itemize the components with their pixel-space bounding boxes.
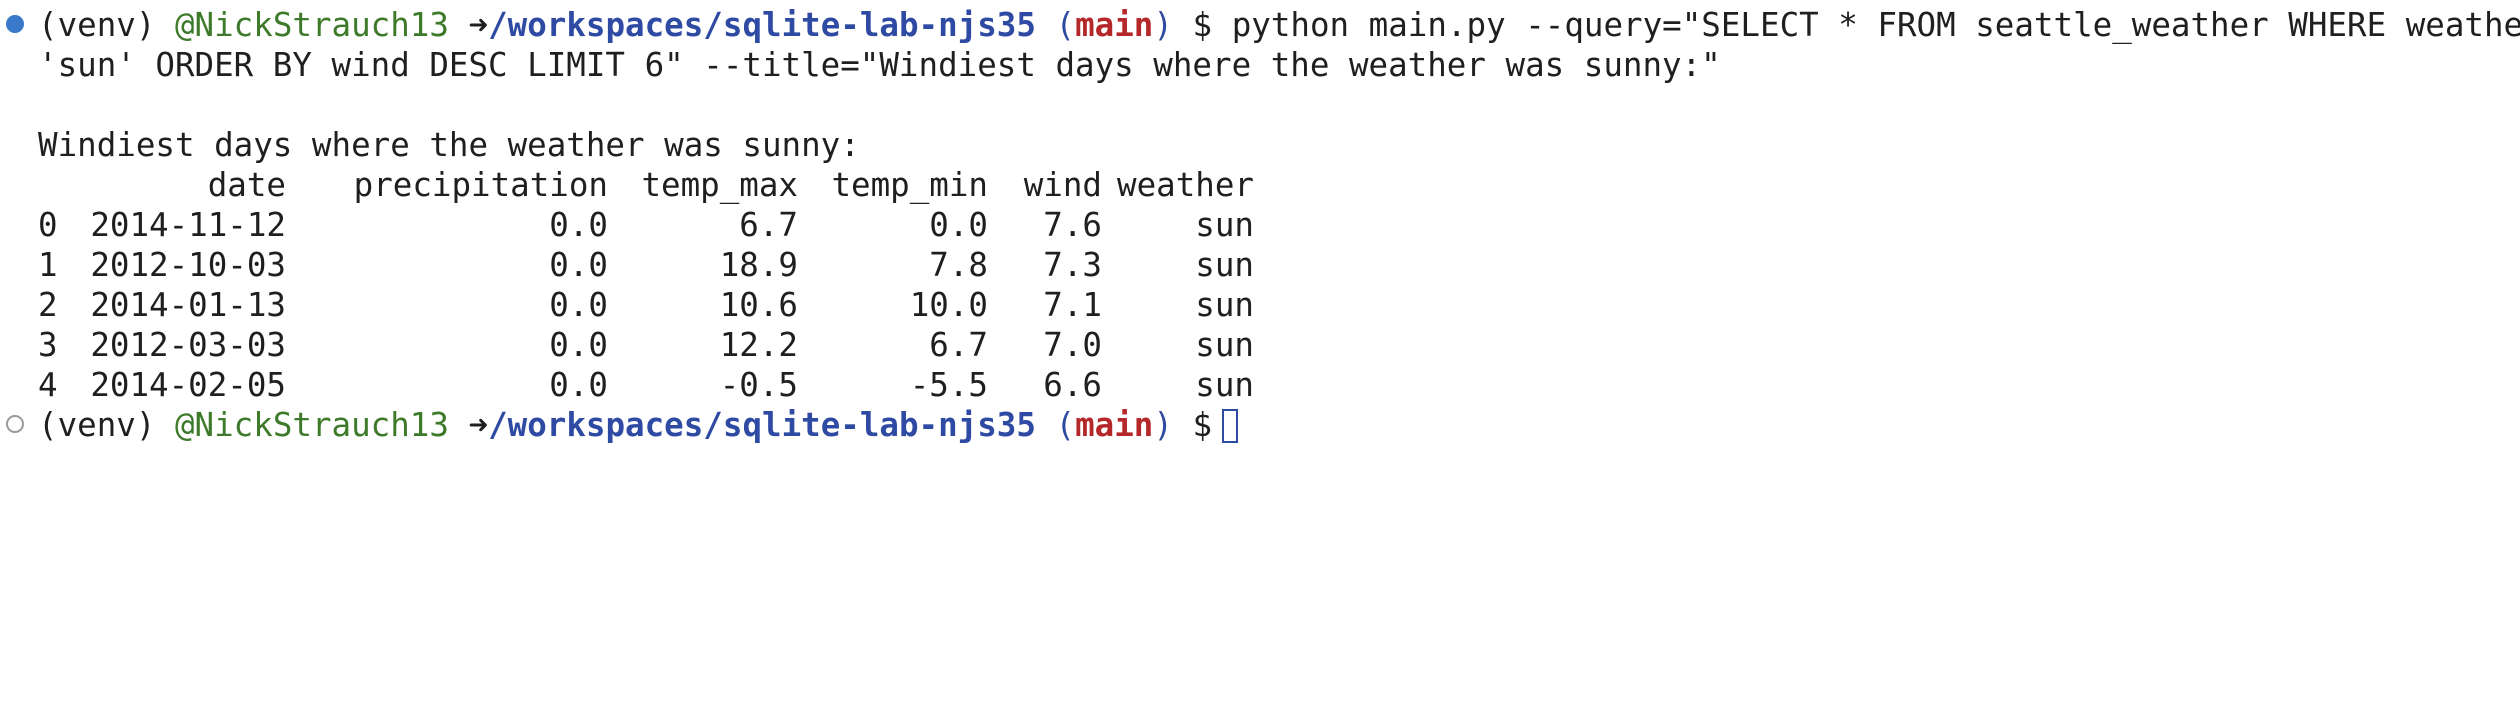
terminal-panel[interactable]: (venv) @NickStrauch13 ➜/workspaces/sqlit… [0,0,2520,460]
prompt-path: /workspaces/sqlite-lab-njs35 [488,6,1036,44]
cell-temp-max: 6.7 [739,206,798,244]
column-header-wind: wind [1023,166,1102,204]
prompt-line-1: (venv) @NickStrauch13 ➜/workspaces/sqlit… [38,5,2520,45]
cell-wind: 7.3 [1043,246,1102,284]
cell-temp-max: -0.5 [719,366,798,404]
cell-temp-min: 0.0 [929,206,988,244]
cell-precipitation: 0.0 [549,286,608,324]
command-text-line-2: 'sun' ORDER BY wind DESC LIMIT 6" --titl… [38,46,1721,84]
branch-close-paren: ) [1153,6,1173,44]
column-header-temp-min: temp_min [831,166,988,204]
command-text-line-1: python main.py --query="SELECT * FROM se… [1231,6,2520,44]
table-row: 0 2014-11-12 0.0 6.7 0.0 7.6 sun [38,205,1254,245]
cell-weather: sun [1195,206,1254,244]
cell-date: 2012-03-03 [90,326,286,364]
cell-wind: 7.1 [1043,286,1102,324]
cell-temp-min: 6.7 [929,326,988,364]
cell-temp-min: 10.0 [909,286,988,324]
cell-temp-max: 12.2 [719,326,798,364]
prompt-line-2[interactable]: (venv) @NickStrauch13 ➜/workspaces/sqlit… [38,405,1239,445]
column-header-temp-max: temp_max [641,166,798,204]
cell-date: 2014-11-12 [90,206,286,244]
cell-precipitation: 0.0 [549,326,608,364]
table-row: 4 2014-02-05 0.0 -0.5 -5.5 6.6 sun [38,365,1254,405]
cell-temp-max: 10.6 [719,286,798,324]
table-row: 3 2012-03-03 0.0 12.2 6.7 7.0 sun [38,325,1254,365]
cell-precipitation: 0.0 [549,366,608,404]
cell-weather: sun [1195,366,1254,404]
terminal-cursor[interactable] [1222,409,1239,443]
prompt-symbol: $ [1192,406,1213,444]
cell-precipitation: 0.0 [549,246,608,284]
table-row: 2 2014-01-13 0.0 10.6 10.0 7.1 sun [38,285,1254,325]
branch-close-paren: ) [1153,406,1173,444]
cell-precipitation: 0.0 [549,206,608,244]
column-header-date: date [207,166,286,204]
cell-weather: sun [1195,246,1254,284]
prompt-arrow-icon: ➜ [468,406,489,444]
column-header-weather: weather [1117,166,1254,204]
cell-weather: sun [1195,286,1254,324]
venv-label: (venv) [38,406,156,444]
cell-wind: 7.6 [1043,206,1102,244]
cell-wind: 6.6 [1043,366,1102,404]
branch-open-paren: ( [1055,406,1076,444]
prompt-arrow-icon: ➜ [468,6,489,44]
prompt-user: @NickStrauch13 [174,6,449,44]
table-header: date precipitation temp_max temp_min win… [38,165,1254,205]
cell-wind: 7.0 [1043,326,1102,364]
cell-date: 2012-10-03 [90,246,286,284]
table-row: 1 2012-10-03 0.0 18.9 7.8 7.3 sun [38,245,1254,285]
command-success-decoration-icon[interactable] [6,15,24,33]
cell-weather: sun [1195,326,1254,364]
output-title: Windiest days where the weather was sunn… [38,126,860,164]
venv-label: (venv) [38,6,156,44]
cell-date: 2014-02-05 [90,366,286,404]
git-branch: main [1075,6,1154,44]
cell-temp-min: 7.8 [929,246,988,284]
cell-temp-max: 18.9 [719,246,798,284]
command-pending-decoration-icon[interactable] [6,415,24,433]
prompt-symbol: $ [1192,6,1213,44]
prompt-path: /workspaces/sqlite-lab-njs35 [488,406,1036,444]
column-header-precipitation: precipitation [353,166,608,204]
cell-temp-min: -5.5 [909,366,988,404]
cell-date: 2014-01-13 [90,286,286,324]
prompt-user: @NickStrauch13 [174,406,449,444]
git-branch: main [1075,406,1154,444]
branch-open-paren: ( [1055,6,1076,44]
